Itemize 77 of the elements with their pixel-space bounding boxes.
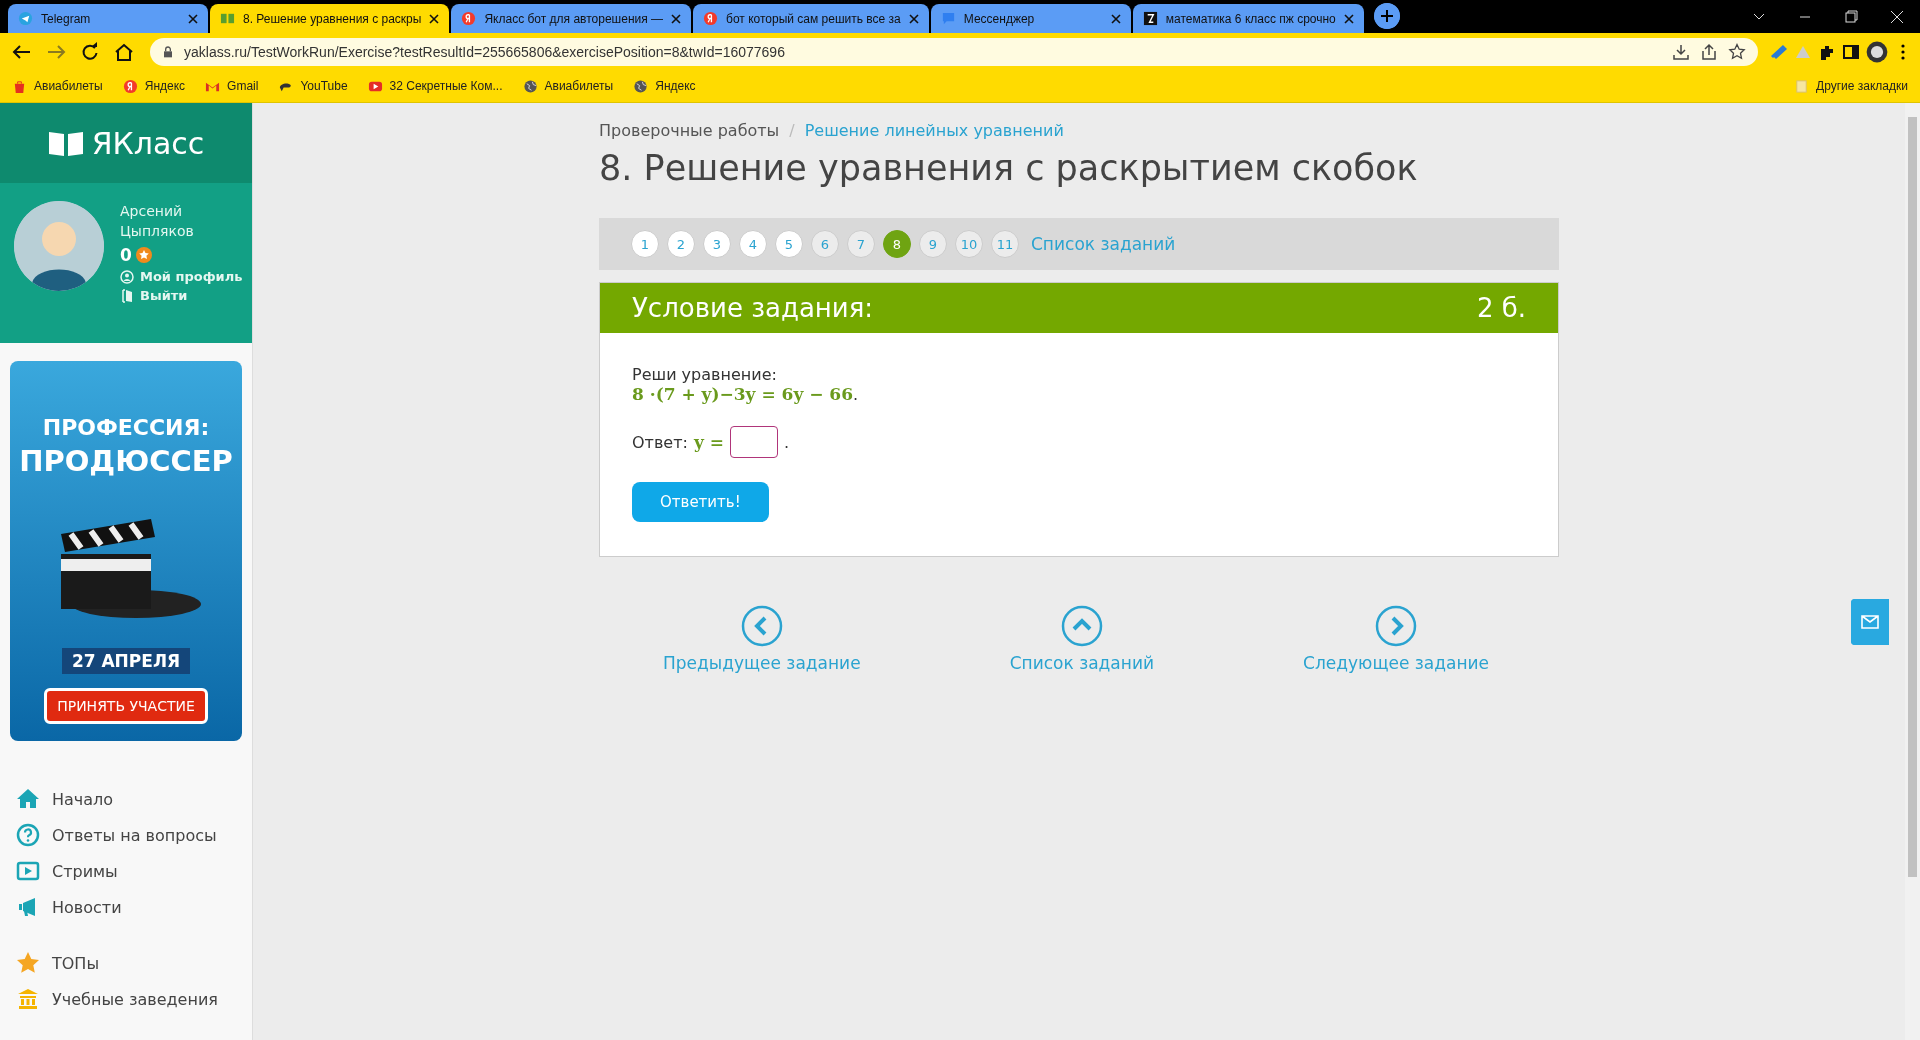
task-prompt: Реши уравнение: xyxy=(632,365,778,384)
punctuation: . xyxy=(853,385,859,404)
letter-logo-icon xyxy=(703,11,719,26)
globe-icon xyxy=(522,78,538,94)
answer-input[interactable] xyxy=(729,426,778,458)
plane-icon xyxy=(18,11,33,26)
nav-item[interactable]: Начало xyxy=(16,781,252,817)
task-points: 2 б. xyxy=(1476,293,1526,323)
letter-logo-icon xyxy=(122,78,138,94)
download-icon[interactable] xyxy=(1672,42,1690,61)
close-icon[interactable] xyxy=(671,13,682,24)
globe-icon xyxy=(633,78,649,94)
close-icon[interactable] xyxy=(908,13,919,24)
star-icon[interactable] xyxy=(1728,42,1746,61)
answer-label: Ответ: xyxy=(632,432,688,452)
bookmark[interactable]: Яндекс xyxy=(633,78,696,94)
browser-tab[interactable]: 8. Решение уравнения с раскры xyxy=(210,4,450,33)
browser-tab[interactable]: математика 6 класс пж срочно xyxy=(1132,4,1364,33)
bank-icon xyxy=(16,987,40,1011)
equation: 8 ·(7 + y)−3y = 6y − 66 xyxy=(632,384,854,404)
bag-icon xyxy=(12,78,27,94)
breadcrumb-link[interactable]: Проверочные работы xyxy=(599,121,780,140)
close-icon[interactable] xyxy=(1343,13,1354,24)
bookmark[interactable]: Авиабилеты xyxy=(12,78,103,94)
punctuation: . xyxy=(783,432,790,452)
bookmark[interactable]: Gmail xyxy=(205,78,259,94)
answer-variable: y = xyxy=(693,432,724,452)
breadcrumb-separator: / xyxy=(789,121,795,140)
ad-banner[interactable]: ПРОФЕССИЯ: ПРОДЮССЕР 27 АПРЕЛЯ ПРИНЯТЬ УЧАСТИЕ xyxy=(10,361,242,741)
task-header-title: Условие задания: xyxy=(632,293,874,323)
browser-tab[interactable]: Якласс бот для авторешения — xyxy=(451,4,692,33)
book-icon xyxy=(220,11,235,26)
banner-button[interactable]: ПРИНЯТЬ УЧАСТИЕ xyxy=(44,688,208,724)
browser-tab[interactable]: Мессенджер xyxy=(930,4,1131,33)
bookmark[interactable]: 32 Секретные Ком... xyxy=(367,78,503,94)
star-icon xyxy=(16,951,40,975)
user-icon xyxy=(120,269,134,284)
nav-item[interactable]: Ответы на вопросы xyxy=(16,817,252,853)
home-icon xyxy=(16,787,40,811)
nav-item[interactable]: Стримы xyxy=(16,853,252,889)
logo[interactable]: ЯКласс xyxy=(0,103,252,183)
folder-icon xyxy=(1794,78,1810,94)
nav-item[interactable]: ТОПы xyxy=(16,945,252,981)
sidebar-icon[interactable] xyxy=(1842,42,1860,61)
bookmark-folder[interactable]: Другие закладки xyxy=(1794,78,1908,94)
close-icon[interactable] xyxy=(1110,13,1121,24)
chevron-left-icon xyxy=(740,605,783,647)
points-count: 0 xyxy=(120,245,132,265)
user-name: Арсений Цыпляков xyxy=(120,202,195,241)
bookmark[interactable]: Авиабилеты xyxy=(522,78,614,94)
book-icon xyxy=(47,129,84,157)
chat-icon xyxy=(940,11,956,26)
new-tab-icon[interactable] xyxy=(1373,2,1400,29)
extension-icon[interactable] xyxy=(1770,42,1788,61)
banner-text: ПРОФЕССИЯ: xyxy=(42,415,210,440)
video-icon xyxy=(16,859,40,883)
banner-date: 27 АПРЕЛЯ xyxy=(61,648,191,674)
nav-item[interactable]: Новости xyxy=(16,889,252,925)
browser-tab[interactable]: Telegram xyxy=(8,4,208,33)
banner-headline: ПРОДЮССЕР xyxy=(19,444,233,478)
close-icon[interactable] xyxy=(188,13,198,24)
profile-icon[interactable] xyxy=(1866,40,1888,63)
scrollbar-thumb[interactable] xyxy=(1908,117,1917,877)
question-icon xyxy=(16,823,40,847)
bookmark[interactable]: Яндекс xyxy=(122,78,186,94)
address-bar[interactable]: yaklass.ru/TestWorkRun/Exercise?testResultId=255665806&exercisePosition=8&twId=16077696 xyxy=(150,37,1758,66)
page-title: 8. Решение уравнения с раскрытием скобок xyxy=(599,148,1419,188)
door-icon xyxy=(120,288,134,303)
chevron-right-icon xyxy=(1375,605,1418,647)
bookmark[interactable]: YouTube xyxy=(278,78,348,94)
share-icon[interactable] xyxy=(1700,42,1718,61)
browser-tab[interactable]: бот который сам решить все за xyxy=(693,4,929,33)
close-icon[interactable] xyxy=(429,13,440,24)
letter-logo-icon xyxy=(461,11,477,26)
chevron-up-icon xyxy=(1060,605,1103,647)
nav-item[interactable]: Учебные заведения xyxy=(16,981,252,1017)
square-logo-icon xyxy=(1142,11,1158,26)
